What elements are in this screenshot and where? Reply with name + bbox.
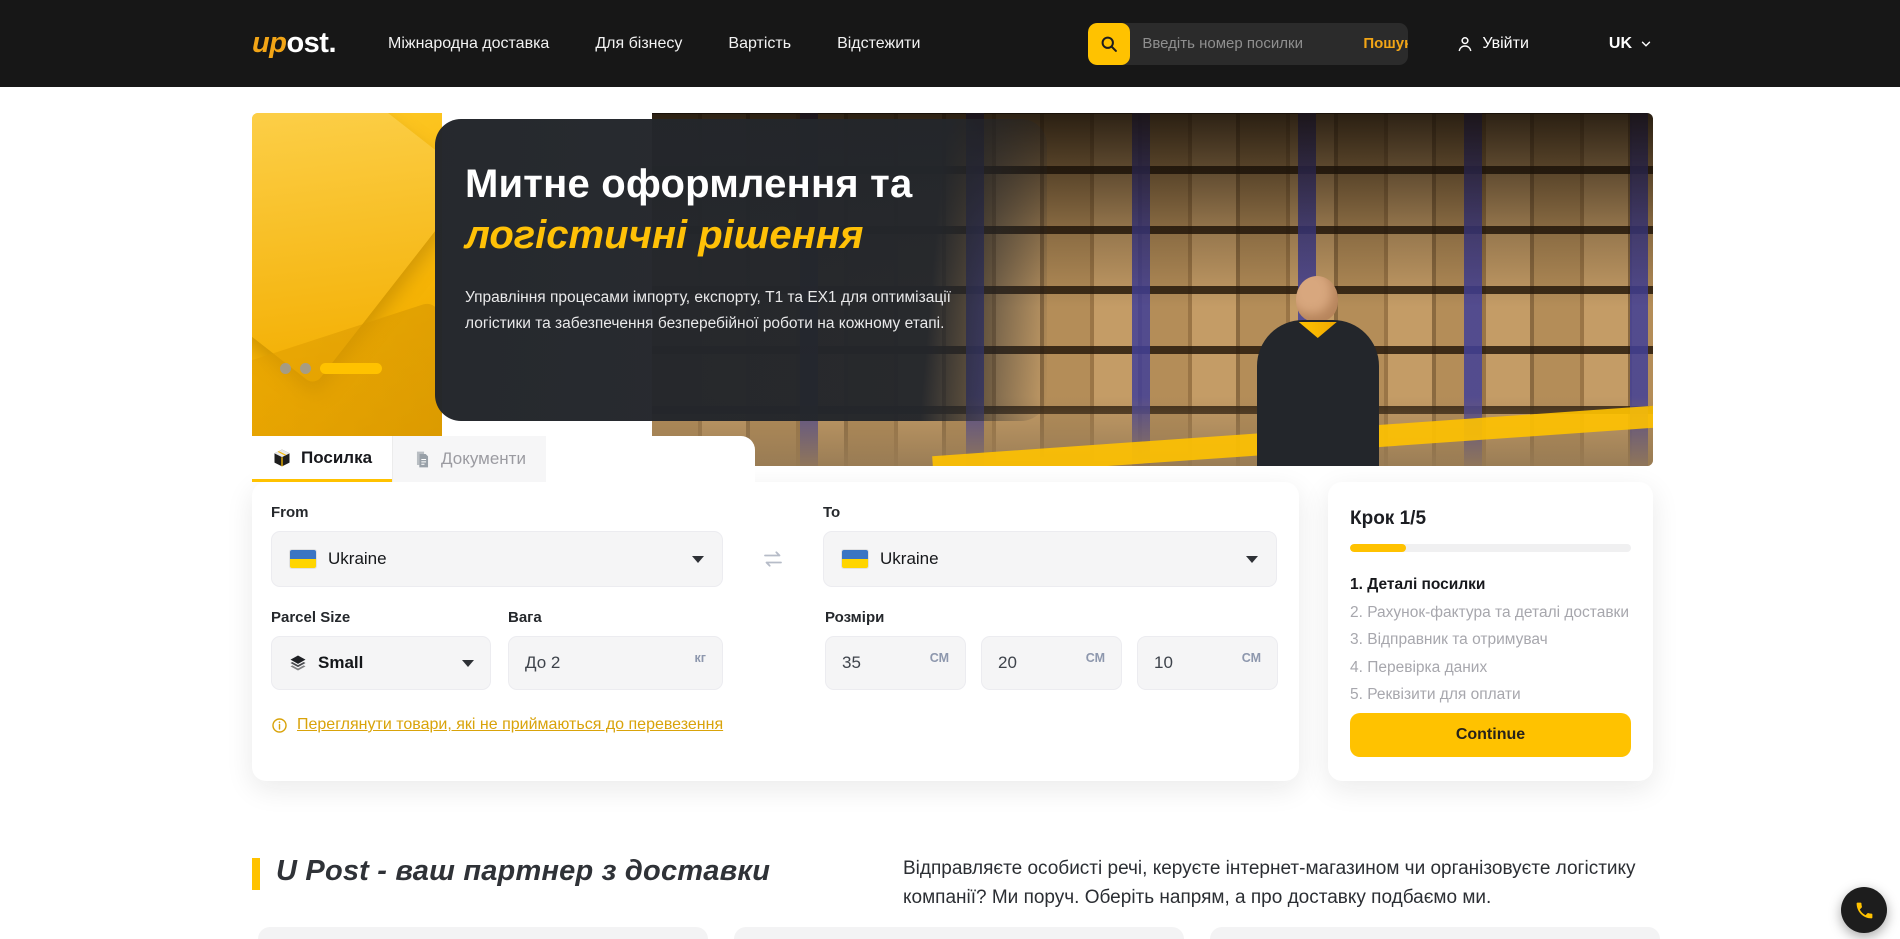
from-country-value: Ukraine xyxy=(328,549,387,569)
hero-envelope-image xyxy=(252,113,442,466)
header-right: Пошук Увійти UK xyxy=(1088,23,1653,65)
nav-international-delivery[interactable]: Міжнародна доставка xyxy=(388,35,549,53)
intro-description: Відправляєте особисті речі, керуєте інте… xyxy=(903,855,1653,912)
parcel-size-select[interactable]: Small xyxy=(271,636,491,690)
from-label: From xyxy=(271,504,723,521)
chevron-down-icon xyxy=(1639,37,1653,51)
from-country-select[interactable]: Ukraine xyxy=(271,531,723,587)
logo-rest: ost. xyxy=(286,27,336,59)
documents-icon xyxy=(413,450,432,469)
search-submit-button[interactable]: Пошук xyxy=(1349,35,1408,52)
parcel-box-icon xyxy=(272,448,292,468)
dimension-height-input[interactable]: 10 СМ xyxy=(1137,636,1278,690)
continue-button[interactable]: Continue xyxy=(1350,713,1631,757)
ukraine-flag-icon xyxy=(842,550,868,568)
hero-text-panel: Митне оформлення та логістичні рішення У… xyxy=(435,119,1047,421)
progress-bar-fill xyxy=(1350,544,1406,552)
shipment-form-card: From Ukraine To Ukraine xyxy=(252,482,1299,781)
carousel-dot-1[interactable] xyxy=(280,363,291,374)
parcel-size-value: Small xyxy=(318,653,363,673)
intro-title: U Post - ваш партнер з доставки xyxy=(276,855,770,888)
info-icon xyxy=(271,717,288,734)
chevron-down-icon xyxy=(1246,556,1258,563)
login-button[interactable]: Увійти xyxy=(1456,35,1529,53)
tab-documents[interactable]: Документи xyxy=(392,436,546,482)
swap-countries-button[interactable] xyxy=(723,531,823,587)
to-country-select[interactable]: Ukraine xyxy=(823,531,1277,587)
weight-label: Вага xyxy=(508,609,723,626)
direction-cards-row xyxy=(258,927,1660,939)
logo-accent: up xyxy=(252,27,286,59)
nav-for-business[interactable]: Для бізнесу xyxy=(595,35,682,53)
user-icon xyxy=(1456,35,1474,53)
intro-title-block: U Post - ваш партнер з доставки xyxy=(252,855,903,912)
calculator-section: From Ukraine To Ukraine xyxy=(252,482,1653,781)
dimension-width-value: 20 xyxy=(998,653,1017,673)
chevron-down-icon xyxy=(692,556,704,563)
ukraine-flag-icon xyxy=(290,550,316,568)
warehouse-worker xyxy=(1243,276,1393,466)
shipment-type-tabs: Посилка Документи xyxy=(252,436,755,482)
phone-icon xyxy=(1854,900,1875,921)
hero-banner: Митне оформлення та логістичні рішення У… xyxy=(252,113,1653,466)
step-item-1: 1. Деталі посилки xyxy=(1350,576,1631,593)
call-fab-button[interactable] xyxy=(1841,887,1887,933)
dimension-height-value: 10 xyxy=(1154,653,1173,673)
hero-title-line2: логістичні рішення xyxy=(465,211,1007,259)
nav-pricing[interactable]: Вартість xyxy=(728,35,791,53)
weight-unit: кг xyxy=(695,651,706,665)
step-item-3: 3. Відправник та отримувач xyxy=(1350,631,1631,648)
search-icon-button[interactable] xyxy=(1088,23,1130,65)
swap-arrows-icon xyxy=(761,547,785,571)
tab-parcel-label: Посилка xyxy=(301,448,372,468)
hero-description: Управління процесами імпорту, експорту, … xyxy=(465,285,995,336)
carousel-dot-active[interactable] xyxy=(320,363,382,374)
parcel-size-label: Parcel Size xyxy=(271,609,491,626)
main-nav: Міжнародна доставка Для бізнесу Вартість… xyxy=(388,35,920,53)
step-item-5: 5. Реквізити для оплати xyxy=(1350,686,1631,703)
hero-title-line1: Митне оформлення та xyxy=(465,161,1007,207)
dimension-unit: СМ xyxy=(930,651,949,665)
steps-list: 1. Деталі посилки 2. Рахунок-фактура та … xyxy=(1350,576,1631,703)
restricted-items-link-label: Переглянути товари, які не приймаються д… xyxy=(297,716,723,734)
language-code: UK xyxy=(1609,35,1632,53)
dimension-width-input[interactable]: 20 СМ xyxy=(981,636,1122,690)
step-counter: Крок 1/5 xyxy=(1350,508,1631,530)
login-label: Увійти xyxy=(1482,35,1529,53)
dimensions-label: Розміри xyxy=(825,609,1279,626)
nav-track[interactable]: Відстежити xyxy=(837,35,920,53)
tracking-number-input[interactable] xyxy=(1130,35,1349,52)
dimension-unit: СМ xyxy=(1242,651,1261,665)
tab-parcel[interactable]: Посилка xyxy=(252,436,392,482)
intro-section: U Post - ваш партнер з доставки Відправл… xyxy=(252,855,1653,912)
to-country-value: Ukraine xyxy=(880,549,939,569)
parcel-size-icon xyxy=(288,653,308,673)
dimension-length-input[interactable]: 35 СМ xyxy=(825,636,966,690)
tab-documents-label: Документи xyxy=(441,449,526,469)
direction-card-3[interactable] xyxy=(1210,927,1660,939)
logo[interactable]: upost. xyxy=(252,27,336,60)
weight-input[interactable]: До 2 кг xyxy=(508,636,723,690)
tracking-search: Пошук xyxy=(1088,23,1408,65)
dimension-length-value: 35 xyxy=(842,653,861,673)
direction-card-2[interactable] xyxy=(734,927,1184,939)
progress-bar xyxy=(1350,544,1631,552)
search-icon xyxy=(1099,34,1119,54)
accent-bar xyxy=(252,858,260,890)
steps-card: Крок 1/5 1. Деталі посилки 2. Рахунок-фа… xyxy=(1328,482,1653,781)
header: upost. Міжнародна доставка Для бізнесу В… xyxy=(0,0,1900,87)
restricted-items-link[interactable]: Переглянути товари, які не приймаються д… xyxy=(271,716,723,734)
to-label: To xyxy=(823,504,1277,521)
step-item-2: 2. Рахунок-фактура та деталі доставки xyxy=(1350,604,1631,621)
step-item-4: 4. Перевірка даних xyxy=(1350,659,1631,676)
language-switcher[interactable]: UK xyxy=(1609,35,1653,53)
hero-carousel-dots xyxy=(280,363,382,374)
carousel-dot-2[interactable] xyxy=(300,363,311,374)
dimension-unit: СМ xyxy=(1086,651,1105,665)
weight-value: До 2 xyxy=(525,653,560,673)
direction-card-1[interactable] xyxy=(258,927,708,939)
chevron-down-icon xyxy=(462,660,474,667)
